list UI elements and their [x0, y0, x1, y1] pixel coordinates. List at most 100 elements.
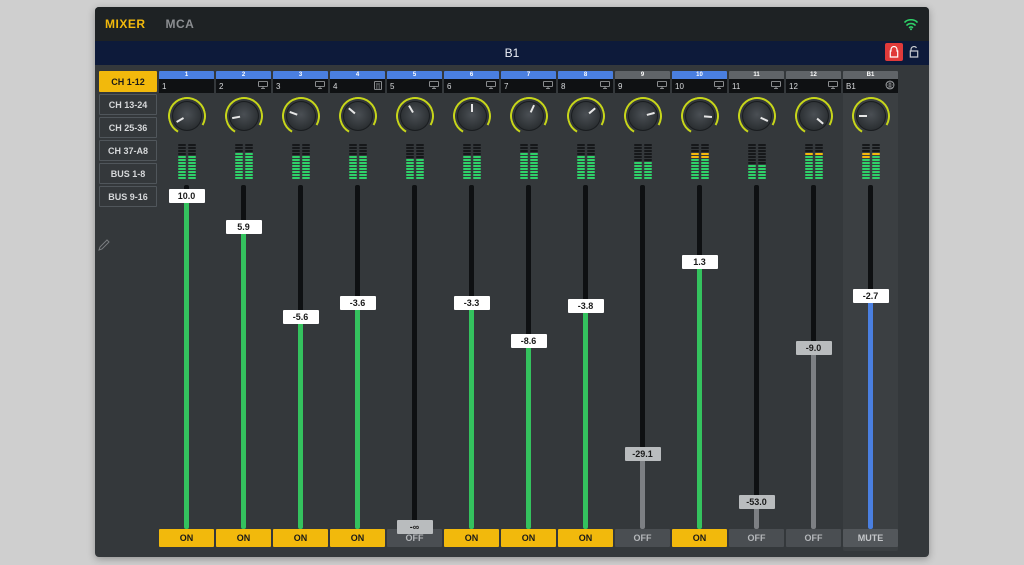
- channel-header-tab[interactable]: 9: [615, 71, 670, 79]
- channel-source-row[interactable]: 8: [558, 79, 613, 93]
- channel-strip-2: 22 5.9 ON: [216, 71, 271, 551]
- fader[interactable]: -9.0: [786, 179, 841, 529]
- channel-source-row[interactable]: 6: [444, 79, 499, 93]
- fader[interactable]: -3.3: [444, 179, 499, 529]
- level-meter: [216, 139, 271, 179]
- bank-button-bus1-8[interactable]: BUS 1-8: [99, 163, 157, 184]
- pan-knob[interactable]: [799, 101, 829, 131]
- fader[interactable]: 5.9: [216, 179, 271, 529]
- channel-header-tab[interactable]: 7: [501, 71, 556, 79]
- channel-source-row[interactable]: 10: [672, 79, 727, 93]
- channel-on-button[interactable]: ON: [273, 529, 328, 547]
- channel-on-button[interactable]: ON: [444, 529, 499, 547]
- level-meter: [729, 139, 784, 179]
- tab-mixer[interactable]: MIXER: [105, 17, 146, 31]
- fader[interactable]: -3.8: [558, 179, 613, 529]
- pan-knob[interactable]: [457, 101, 487, 131]
- channel-strip-6: 66 -3.3ON: [444, 71, 499, 551]
- fader-readout: -3.8: [568, 299, 604, 313]
- pan-knob[interactable]: [742, 101, 772, 131]
- monitor-icon: [543, 81, 553, 91]
- channel-header-tab[interactable]: 1: [159, 71, 214, 79]
- level-meter: [672, 139, 727, 179]
- fader[interactable]: 1.3: [672, 179, 727, 529]
- tab-mca[interactable]: MCA: [166, 17, 195, 31]
- fader[interactable]: -5.6: [273, 179, 328, 529]
- channel-on-button[interactable]: ON: [159, 529, 214, 547]
- pan-knob[interactable]: [229, 101, 259, 131]
- level-meter: [615, 139, 670, 179]
- monitor-icon: [486, 81, 496, 91]
- fader[interactable]: 10.0: [159, 179, 214, 529]
- channel-strip-1: 11 10.0ON: [159, 71, 214, 551]
- bank-button-ch1-12[interactable]: CH 1-12: [99, 71, 157, 92]
- monitor-icon: [315, 81, 325, 91]
- top-tab-bar: MIXER MCA: [95, 7, 929, 41]
- channel-source-row[interactable]: 4: [330, 79, 385, 93]
- channel-on-button[interactable]: OFF: [615, 529, 670, 547]
- channel-header-tab[interactable]: 2: [216, 71, 271, 79]
- channel-on-button[interactable]: OFF: [729, 529, 784, 547]
- pan-knob[interactable]: [685, 101, 715, 131]
- channel-strip-4: 44 -3.6ON: [330, 71, 385, 551]
- channel-source-row[interactable]: 7: [501, 79, 556, 93]
- fader[interactable]: -8.6: [501, 179, 556, 529]
- pan-knob[interactable]: [172, 101, 202, 131]
- channel-on-button[interactable]: ON: [501, 529, 556, 547]
- channel-on-button[interactable]: ON: [672, 529, 727, 547]
- fader[interactable]: -53.0: [729, 179, 784, 529]
- channel-source-row[interactable]: 11: [729, 79, 784, 93]
- fader-readout: -53.0: [739, 495, 775, 509]
- pan-knob[interactable]: [514, 101, 544, 131]
- level-meter: [444, 139, 499, 179]
- fader-readout: 5.9: [226, 220, 262, 234]
- edit-icon[interactable]: [98, 239, 110, 254]
- bank-button-ch13-24[interactable]: CH 13-24: [99, 94, 157, 115]
- monitor-icon: [714, 81, 724, 91]
- channel-source-row[interactable]: 12: [786, 79, 841, 93]
- fader[interactable]: -∞: [387, 179, 442, 529]
- monitor-icon: [771, 81, 781, 91]
- channel-header-tab[interactable]: 10: [672, 71, 727, 79]
- pan-knob[interactable]: [343, 101, 373, 131]
- channel-header-tab[interactable]: 5: [387, 71, 442, 79]
- bank-button-bus9-16[interactable]: BUS 9-16: [99, 186, 157, 207]
- channel-strip-row: 1110.0ON225.9ON33-5.6ON44-3.6ON55-∞OFF66…: [157, 65, 929, 557]
- channel-source-row[interactable]: 5: [387, 79, 442, 93]
- channel-header-tab[interactable]: 8: [558, 71, 613, 79]
- monitor-icon: [828, 81, 838, 91]
- pan-knob[interactable]: [400, 101, 430, 131]
- channel-header-tab[interactable]: B1: [843, 71, 898, 79]
- channel-source-row[interactable]: 3: [273, 79, 328, 93]
- channel-source-row[interactable]: 1: [159, 79, 214, 93]
- channel-header-tab[interactable]: 6: [444, 71, 499, 79]
- channel-source-row[interactable]: 2: [216, 79, 271, 93]
- fader-readout: -2.7: [853, 289, 889, 303]
- pan-knob[interactable]: [286, 101, 316, 131]
- channel-header-tab[interactable]: 12: [786, 71, 841, 79]
- channel-header-tab[interactable]: 3: [273, 71, 328, 79]
- channel-on-button[interactable]: ON: [330, 529, 385, 547]
- channel-on-button[interactable]: OFF: [786, 529, 841, 547]
- pan-knob[interactable]: [856, 101, 886, 131]
- lock-button-locked[interactable]: [885, 43, 903, 61]
- mute-button[interactable]: MUTE: [843, 529, 898, 547]
- channel-header-tab[interactable]: 11: [729, 71, 784, 79]
- globe-icon: [885, 80, 895, 92]
- pan-knob[interactable]: [628, 101, 658, 131]
- bank-button-ch37-a8[interactable]: CH 37-A8: [99, 140, 157, 161]
- pan-knob[interactable]: [571, 101, 601, 131]
- wifi-icon: [903, 17, 919, 31]
- channel-on-button[interactable]: ON: [558, 529, 613, 547]
- fader[interactable]: -2.7: [843, 179, 898, 529]
- fader[interactable]: -3.6: [330, 179, 385, 529]
- channel-source-row[interactable]: 9: [615, 79, 670, 93]
- lock-button-unlocked[interactable]: [905, 43, 923, 61]
- channel-on-button[interactable]: ON: [216, 529, 271, 547]
- channel-source-row[interactable]: B1: [843, 79, 898, 93]
- channel-header-tab[interactable]: 4: [330, 71, 385, 79]
- bank-button-ch25-36[interactable]: CH 25-36: [99, 117, 157, 138]
- main-area: CH 1-12CH 13-24CH 25-36CH 37-A8BUS 1-8BU…: [95, 65, 929, 557]
- fader[interactable]: -29.1: [615, 179, 670, 529]
- channel-strip-7: 77 -8.6ON: [501, 71, 556, 551]
